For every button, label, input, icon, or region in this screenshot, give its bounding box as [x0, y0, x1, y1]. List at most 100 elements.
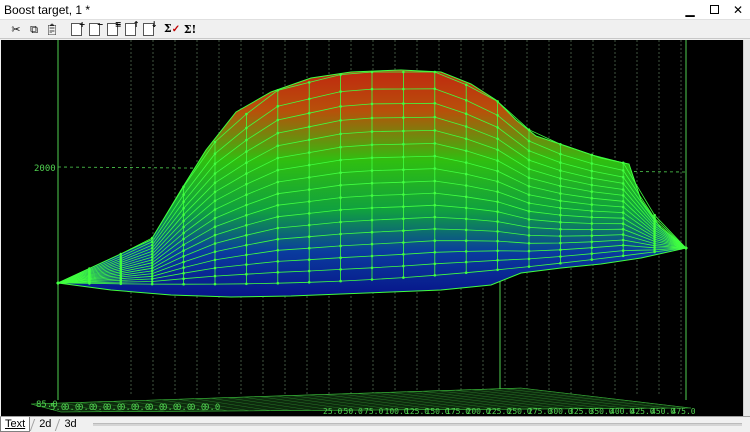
vertical-scrollbar[interactable] [743, 40, 750, 416]
surface-node [464, 239, 468, 242]
surface-node [213, 233, 217, 237]
surface-node [150, 252, 154, 256]
surface-node [402, 129, 405, 133]
surface-node [464, 149, 468, 153]
cut-button[interactable]: ✂ [8, 21, 24, 37]
surface-node [559, 248, 562, 252]
surface-node [559, 220, 562, 224]
surface-node [276, 180, 280, 184]
surface-node [433, 102, 437, 105]
copy-button[interactable]: ⧉ [26, 21, 42, 37]
surface-node [559, 206, 562, 210]
close-icon: ✕ [732, 2, 744, 17]
delete-row-button[interactable]: − [86, 20, 104, 37]
surface-node [213, 152, 217, 155]
cut-icon: ✂ [11, 22, 21, 36]
surface-node [496, 100, 499, 103]
surface-node [653, 216, 656, 220]
surface-node [433, 274, 437, 277]
surface-node [339, 145, 342, 149]
surface-node [402, 276, 405, 279]
surface-node [339, 105, 342, 108]
tab-3d[interactable]: 3d [60, 417, 80, 432]
surface-node [182, 193, 185, 196]
surface-node [527, 149, 531, 153]
surface-node [307, 163, 311, 167]
surface-node [307, 212, 311, 215]
surface-node [496, 220, 499, 223]
paste-button[interactable]: 📋︎ [44, 21, 60, 37]
surface-node [433, 87, 437, 91]
minimize-button[interactable]: ▁ [678, 0, 702, 20]
rpm-tick-label: 475.0 [672, 407, 696, 416]
surface-node [464, 250, 468, 253]
surface-node [307, 97, 311, 101]
insert-cell-button[interactable]: ↑ [122, 20, 140, 37]
tab-text[interactable]: Text [0, 417, 31, 432]
surface-node [621, 216, 625, 220]
surface-node [402, 180, 405, 184]
maximize-icon [709, 5, 719, 14]
surface-node [559, 241, 562, 245]
tab-2d[interactable]: 2d [35, 417, 55, 432]
surface-node [213, 250, 217, 253]
maximize-button[interactable] [702, 0, 726, 20]
window-titlebar: Boost target, 1 * ▁ ✕ [0, 0, 750, 20]
surface-node [496, 159, 499, 162]
surface-node [433, 115, 437, 119]
surface-node [559, 234, 562, 238]
surface-node [590, 228, 594, 231]
surface-node [402, 87, 405, 91]
surface-node [621, 244, 625, 247]
surface-node [150, 258, 154, 262]
surface-node [339, 158, 342, 162]
surface-node [402, 142, 405, 146]
delete-cell-icon: ↓ [142, 20, 158, 36]
rpm-tick-label: 50.0 [344, 407, 363, 416]
insert-row-button[interactable]: + [68, 20, 86, 37]
surface-plot-svg[interactable]: 2000 85.05.00.00.00.00.00.00.00.00.00.00… [1, 40, 743, 416]
surface-node [464, 271, 468, 274]
surface-node [527, 249, 531, 253]
surface-node [590, 252, 594, 255]
surface-node [402, 253, 405, 256]
surface-node [653, 250, 656, 254]
sum-check-button[interactable]: Σ✓ [164, 21, 180, 37]
rpm-tick-label: 75.0 [364, 407, 383, 416]
surface-node [559, 192, 562, 195]
surface-node [559, 152, 562, 156]
surface-node [307, 200, 311, 203]
surface-node [402, 155, 405, 159]
surface-node [307, 176, 311, 179]
close-button[interactable]: ✕ [726, 0, 750, 20]
sum-alert-button[interactable]: Σ! [182, 21, 198, 37]
surface-node [496, 180, 499, 183]
surface-plot-3d[interactable]: 2000 85.0 5.0 0.0 0.0 0.0 0.0 0.0 0.0 0.0 0.0 0.0 0… [1, 40, 743, 416]
surface-node [182, 277, 185, 280]
insert-col-button[interactable]: ≡ [104, 20, 122, 37]
z-tick-label: 2000 [34, 164, 56, 174]
surface-node [276, 89, 280, 92]
surface-node [621, 249, 625, 252]
surface-node [276, 215, 280, 218]
delete-cell-button[interactable]: ↓ [140, 20, 158, 37]
surface-node [402, 264, 405, 268]
surface-node [402, 116, 405, 119]
x-tick-label: 0.0 [204, 403, 220, 413]
horizontal-scrollbar[interactable] [92, 423, 742, 426]
surface-node [276, 104, 280, 108]
surface-node [307, 138, 311, 142]
surface-node [559, 199, 562, 203]
window-title: Boost target, 1 * [4, 2, 91, 17]
surface-node [370, 116, 374, 120]
surface-node [307, 281, 311, 284]
surface-node [433, 167, 437, 170]
surface-node [433, 129, 437, 132]
surface-node [213, 199, 217, 203]
surface-node [559, 227, 562, 231]
surface-node [339, 208, 342, 212]
surface-node [496, 249, 499, 253]
surface-node [496, 230, 499, 233]
surface-node [621, 161, 625, 165]
surface-node [276, 226, 280, 230]
